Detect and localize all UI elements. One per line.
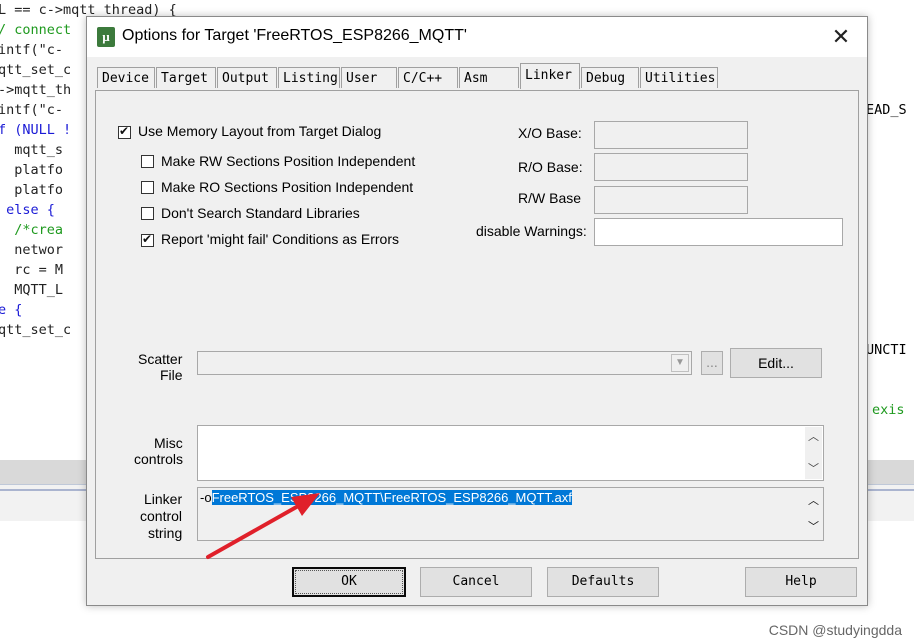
watermark: CSDN @studyingdda [768, 622, 902, 638]
tab-linker[interactable]: Linker [520, 63, 580, 89]
annotation-arrow-icon [206, 493, 320, 559]
